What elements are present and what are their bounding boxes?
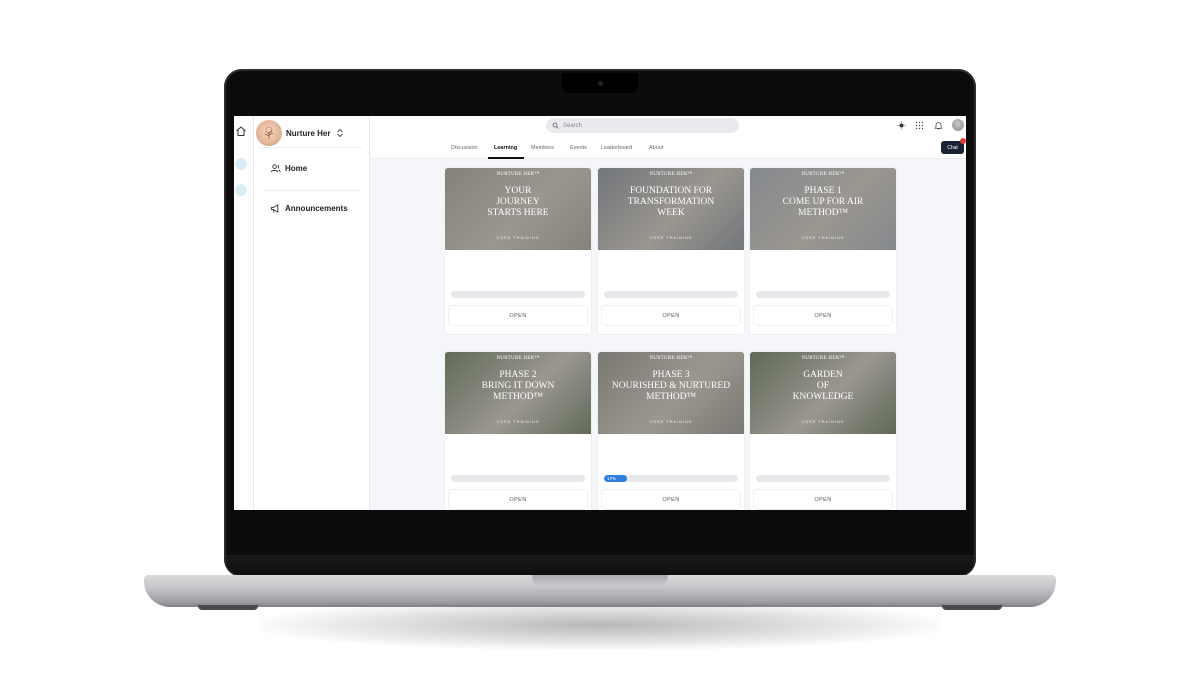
course-title: PHASE 3 NOURISHED & NURTURED METHOD™ <box>611 370 731 402</box>
notification-badge <box>960 138 966 144</box>
tab-discussion[interactable]: Discussion <box>451 145 478 151</box>
course-thumbnail: NURTURE HER™ YOUR JOURNEY STARTS HERE CO… <box>445 168 591 250</box>
community-bubble-icon[interactable] <box>235 184 247 196</box>
apps-grid-icon[interactable] <box>915 121 924 130</box>
tab-events[interactable]: Events <box>570 145 587 151</box>
community-rail <box>234 116 254 510</box>
course-thumbnail: NURTURE HER™ PHASE 3 NOURISHED & NURTURE… <box>598 352 744 434</box>
course-thumbnail: NURTURE HER™ GARDEN OF KNOWLEDGE CORE TR… <box>750 352 896 434</box>
course-kicker: NURTURE HER™ <box>649 356 693 361</box>
sidebar-item-label: Announcements <box>285 204 348 213</box>
course-subtitle: CORE TRAINING <box>801 236 845 240</box>
community-name: Nurture Her <box>286 128 331 138</box>
bell-icon[interactable] <box>934 121 943 130</box>
course-title: PHASE 1 COME UP FOR AIR METHOD™ <box>782 186 864 218</box>
course-kicker: NURTURE HER™ <box>649 172 693 177</box>
course-title: GARDEN OF KNOWLEDGE <box>792 370 854 402</box>
camera-icon <box>598 81 603 86</box>
course-card[interactable]: NURTURE HER™ GARDEN OF KNOWLEDGE CORE TR… <box>750 352 896 510</box>
course-card[interactable]: NURTURE HER™ PHASE 3 NOURISHED & NURTURE… <box>598 352 744 510</box>
course-thumbnail: NURTURE HER™ PHASE 2 BRING IT DOWN METHO… <box>445 352 591 434</box>
laptop-opening-notch <box>532 575 668 586</box>
course-subtitle: CORE TRAINING <box>801 420 845 424</box>
open-button[interactable]: OPEN <box>754 490 892 509</box>
tab-learning[interactable]: Learning <box>494 145 517 151</box>
search-icon <box>552 122 559 129</box>
divider <box>262 190 362 191</box>
laptop-shadow <box>260 600 940 650</box>
open-button[interactable]: OPEN <box>602 490 740 509</box>
progress-bar <box>756 475 890 482</box>
course-thumbnail: NURTURE HER™ FOUNDATION FOR TRANSFORMATI… <box>598 168 744 250</box>
course-kicker: NURTURE HER™ <box>801 356 845 361</box>
course-subtitle: CORE TRAINING <box>649 236 693 240</box>
sidebar-item-home[interactable]: Home <box>270 163 307 174</box>
tab-leaderboard[interactable]: Leaderboard <box>601 145 632 151</box>
course-card[interactable]: NURTURE HER™ YOUR JOURNEY STARTS HERE CO… <box>445 168 591 334</box>
course-kicker: NURTURE HER™ <box>496 356 540 361</box>
course-title: YOUR JOURNEY STARTS HERE <box>487 186 549 218</box>
theme-toggle-icon[interactable] <box>897 121 906 130</box>
course-thumbnail: NURTURE HER™ PHASE 1 COME UP FOR AIR MET… <box>750 168 896 250</box>
laptop-chin <box>226 555 974 575</box>
home-icon[interactable] <box>235 125 247 137</box>
course-kicker: NURTURE HER™ <box>496 172 540 177</box>
sidebar-item-announcements[interactable]: Announcements <box>270 203 348 214</box>
community-bubble-icon[interactable] <box>235 158 247 170</box>
course-subtitle: CORE TRAINING <box>496 236 540 240</box>
sidebar-item-label: Home <box>285 164 308 173</box>
progress-bar <box>604 291 738 298</box>
search-input[interactable]: Search <box>546 118 739 133</box>
open-button[interactable]: OPEN <box>602 306 740 325</box>
tree-logo-icon <box>264 126 274 139</box>
top-bar: Search <box>370 116 966 137</box>
community-switcher[interactable]: Nurture Her <box>256 119 368 147</box>
course-title: PHASE 2 BRING IT DOWN METHOD™ <box>481 370 555 402</box>
progress-label: 17% <box>607 476 617 481</box>
progress-bar: 17% <box>604 475 738 482</box>
laptop-foot-right <box>942 605 1002 610</box>
course-subtitle: CORE TRAINING <box>496 420 540 424</box>
course-card[interactable]: NURTURE HER™ FOUNDATION FOR TRANSFORMATI… <box>598 168 744 334</box>
course-card[interactable]: NURTURE HER™ PHASE 1 COME UP FOR AIR MET… <box>750 168 896 334</box>
course-kicker: NURTURE HER™ <box>801 172 845 177</box>
open-button[interactable]: OPEN <box>449 306 587 325</box>
community-logo <box>256 120 282 146</box>
course-card[interactable]: NURTURE HER™ PHASE 2 BRING IT DOWN METHO… <box>445 352 591 510</box>
search-placeholder: Search <box>563 122 583 129</box>
users-icon <box>270 164 281 173</box>
tab-about[interactable]: About <box>649 145 663 151</box>
megaphone-icon <box>270 204 279 213</box>
chat-label: Chat <box>947 144 958 151</box>
active-tab-indicator <box>488 157 524 159</box>
divider <box>262 147 362 148</box>
tab-bar: Discussion Learning Members Events Leade… <box>370 137 966 159</box>
progress-bar <box>756 291 890 298</box>
chevron-up-down-icon[interactable] <box>336 128 344 138</box>
open-button[interactable]: OPEN <box>754 306 892 325</box>
course-subtitle: CORE TRAINING <box>649 420 693 424</box>
sidebar: Nurture Her Home Announcements <box>254 116 370 510</box>
course-title: FOUNDATION FOR TRANSFORMATION WEEK <box>627 186 715 218</box>
tab-members[interactable]: Members <box>531 145 554 151</box>
progress-bar <box>451 475 585 482</box>
laptop-foot-left <box>198 605 258 610</box>
open-button[interactable]: OPEN <box>449 490 587 509</box>
avatar[interactable] <box>952 119 964 131</box>
progress-bar <box>451 291 585 298</box>
screen: Nurture Her Home Announcements Search Di… <box>234 116 966 510</box>
